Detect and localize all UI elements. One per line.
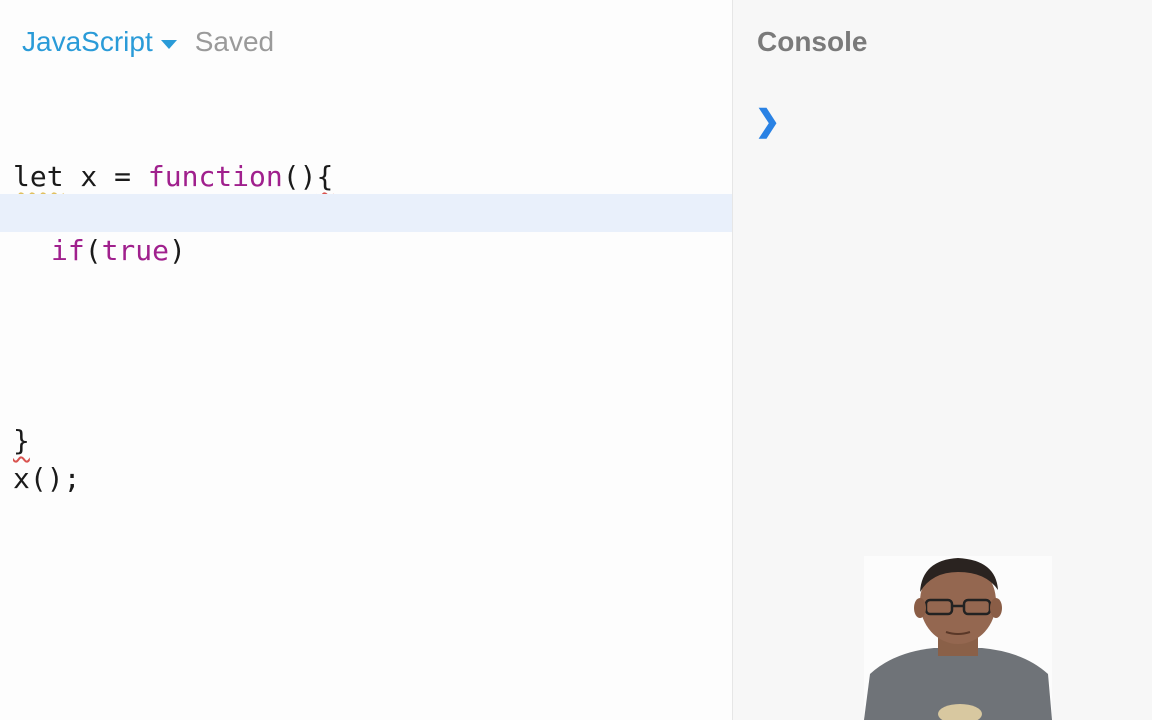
code-line-1[interactable]: let x = function(){: [0, 120, 732, 193]
token-function: function: [147, 160, 283, 193]
editor-toolbar: JavaScript Saved: [22, 22, 274, 62]
token-parens: (): [282, 160, 317, 193]
console-title: Console: [757, 26, 868, 57]
chevron-right-icon: ❯: [755, 105, 781, 138]
code-line-7[interactable]: x();: [0, 422, 732, 495]
webcam-overlay: [864, 556, 1052, 720]
save-status: Saved: [194, 26, 275, 57]
token-call: x();: [13, 462, 81, 495]
editor-pane: JavaScript Saved let x = function(){ if(…: [0, 0, 732, 720]
token-let: let: [13, 160, 64, 193]
chevron-down-icon: [160, 39, 177, 49]
token-open-paren: (: [84, 234, 102, 267]
token-true: true: [101, 234, 170, 267]
token-assign: x =: [63, 160, 148, 193]
token-if: if: [51, 234, 85, 267]
token-close-paren: ): [169, 234, 186, 267]
language-select[interactable]: JavaScript: [22, 26, 177, 58]
presenter-image: [864, 556, 1052, 720]
console-input[interactable]: [789, 104, 1133, 142]
token-open-brace: {: [316, 160, 334, 193]
code-line-6[interactable]: }: [0, 384, 732, 457]
code-line-2[interactable]: if(true): [0, 194, 732, 267]
language-label: JavaScript: [22, 26, 153, 57]
